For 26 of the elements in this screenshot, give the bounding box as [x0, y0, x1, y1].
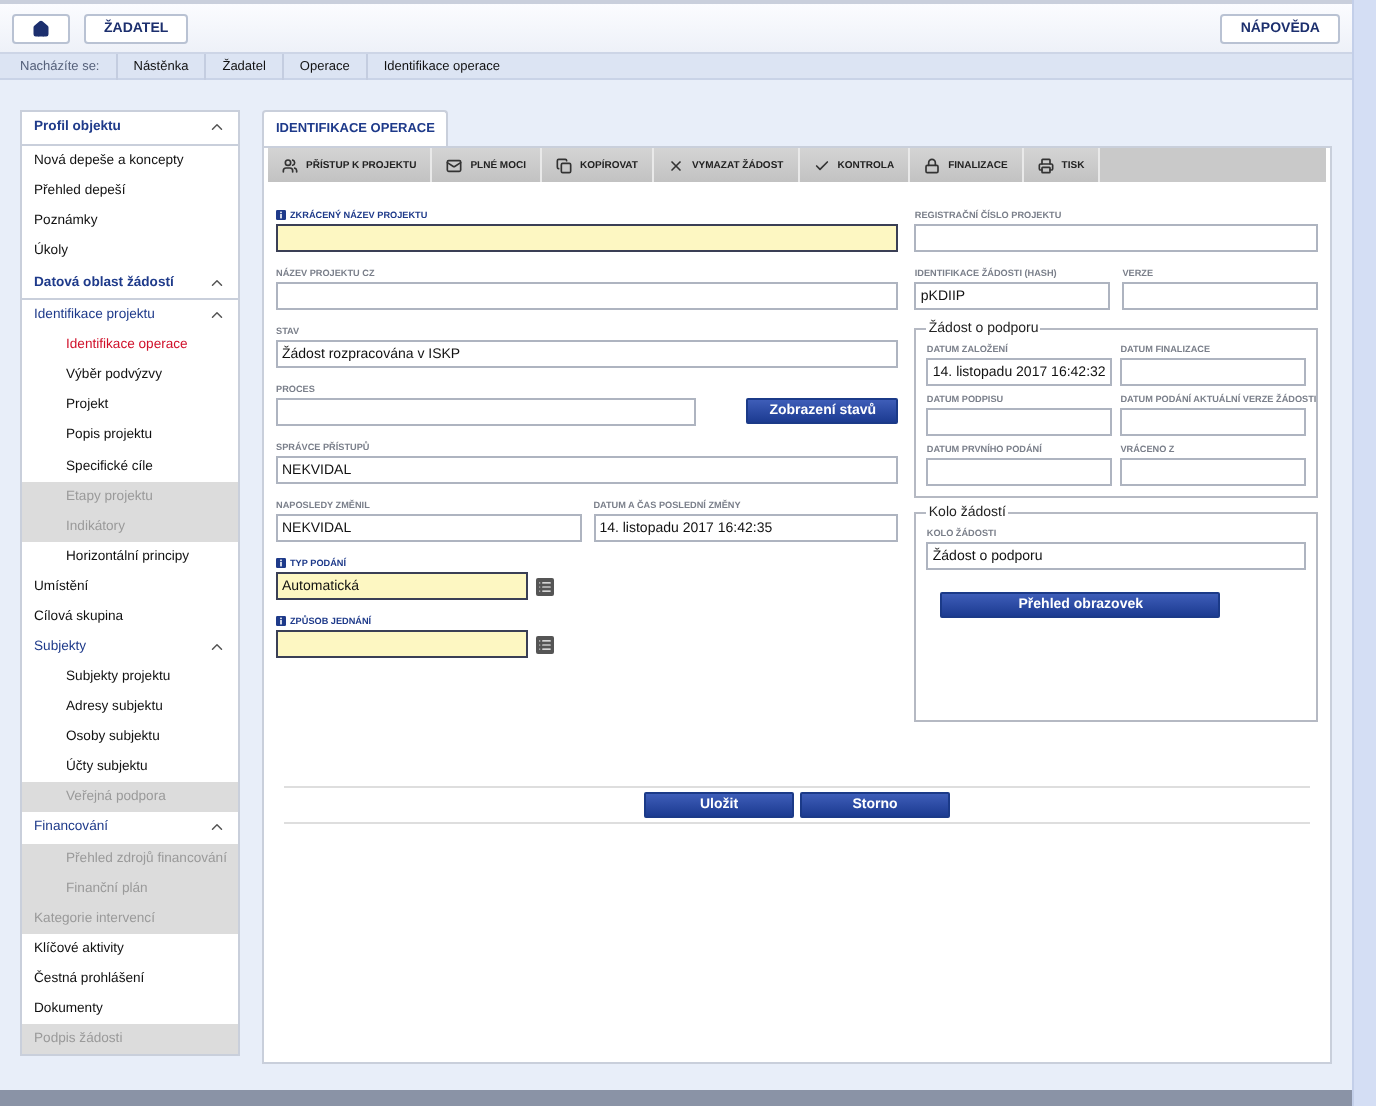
copy-icon	[555, 157, 572, 173]
home-icon	[32, 19, 50, 37]
list-icon[interactable]	[536, 577, 554, 595]
text-field[interactable]	[1120, 358, 1306, 386]
close-icon	[667, 157, 684, 173]
envelope-icon	[446, 157, 463, 173]
text-field[interactable]	[276, 282, 899, 310]
text-field[interactable]	[1120, 458, 1306, 486]
checkmark-icon	[813, 157, 830, 173]
people-icon	[282, 157, 298, 173]
home-button[interactable]	[12, 13, 70, 43]
info-icon	[276, 210, 286, 220]
info-icon	[276, 558, 286, 568]
text-field[interactable]	[926, 408, 1113, 436]
lock-icon	[924, 157, 941, 173]
text-field[interactable]	[276, 224, 899, 252]
text-field[interactable]	[1122, 282, 1319, 310]
scrollbar[interactable]	[1352, 0, 1376, 1106]
text-field[interactable]	[276, 398, 697, 426]
text-field[interactable]	[1120, 408, 1306, 436]
info-icon	[276, 616, 286, 626]
list-icon[interactable]	[536, 635, 554, 653]
text-field[interactable]	[276, 630, 528, 658]
printer-icon	[1037, 157, 1054, 173]
text-field[interactable]	[914, 224, 1318, 252]
text-field[interactable]	[926, 458, 1113, 486]
